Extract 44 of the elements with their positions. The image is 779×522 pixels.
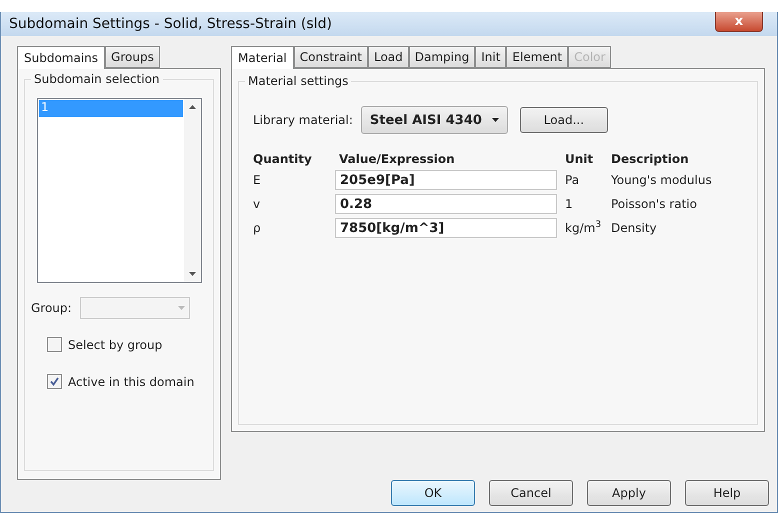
tab[interactable]: Material [231, 46, 294, 69]
tab[interactable]: Damping [408, 46, 476, 68]
scroll-down-icon[interactable] [189, 272, 196, 276]
checkbox-label: Select by group [68, 338, 162, 352]
checkbox-label: Active in this domain [68, 374, 194, 388]
dialog-button[interactable]: Help [685, 480, 769, 506]
value-field[interactable]: 0.28 [335, 194, 557, 214]
group-title: Material settings [245, 74, 352, 88]
column-header: Unit [565, 152, 594, 166]
column-header: Quantity [253, 152, 313, 166]
tab[interactable]: Subdomains [17, 46, 106, 69]
description-text: Poisson's ratio [611, 196, 698, 212]
checkbox[interactable] [47, 374, 62, 389]
dialog-button[interactable]: Cancel [489, 480, 573, 506]
description-text: Young's modulus [611, 172, 713, 188]
scroll-up-icon[interactable] [189, 105, 196, 109]
tab[interactable]: Element [506, 46, 568, 68]
scrollbar[interactable] [184, 99, 201, 282]
group-label: Group: [31, 301, 72, 315]
unit-text: Pa [565, 172, 580, 188]
checkmark-icon [50, 377, 59, 386]
value-field[interactable]: 205e9[Pa] [335, 170, 557, 190]
column-header: Value/Expression [338, 152, 456, 166]
library-material-label: Library material: [253, 113, 353, 127]
column-header: Description [611, 152, 690, 166]
window-title: Subdomain Settings - Solid, Stress-Strain (sld) [9, 16, 332, 32]
group-title: Subdomain selection [31, 72, 163, 86]
dialog-button[interactable]: OK [391, 480, 475, 506]
tab[interactable]: Load [368, 46, 409, 68]
tab[interactable]: Init [475, 46, 506, 68]
value-field[interactable]: 7850[kg/m^3] [335, 218, 557, 238]
library-material-dropdown[interactable]: Steel AISI 4340 [360, 106, 508, 134]
tab[interactable]: Groups [105, 46, 160, 68]
quantity-symbol: ρ [253, 220, 262, 236]
checkbox[interactable] [47, 337, 62, 352]
load-button[interactable]: Load... [520, 107, 608, 133]
description-text: Density [611, 220, 658, 236]
quantity-symbol: v [253, 196, 262, 212]
unit-text: 1 [565, 196, 574, 212]
dialog-button[interactable]: Apply [587, 480, 671, 506]
dropdown-arrow-icon[interactable] [492, 118, 499, 122]
tab[interactable]: Constraint [294, 46, 368, 68]
quantity-symbol: E [253, 172, 262, 188]
unit-text: kg/m$^{3}$ [565, 220, 602, 236]
